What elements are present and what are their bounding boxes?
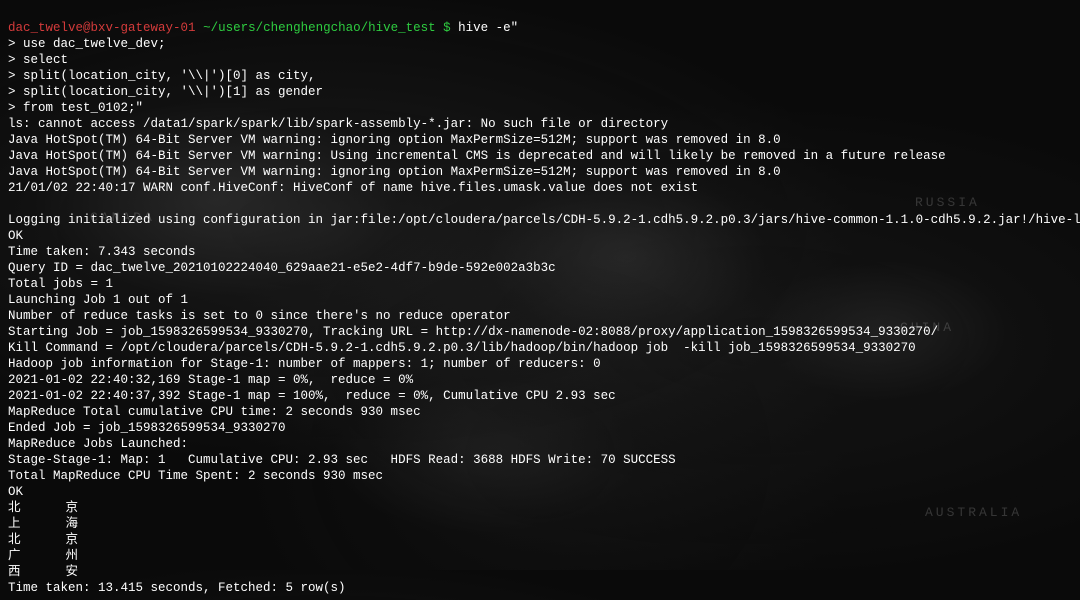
input-line: > select <box>8 53 68 67</box>
output-line: Total MapReduce CPU Time Spent: 2 second… <box>8 469 383 483</box>
output-line: 2021-01-02 22:40:32,169 Stage-1 map = 0%… <box>8 373 413 387</box>
cell-city: 北 <box>8 500 36 516</box>
output-line: OK <box>8 485 23 499</box>
output-line: Number of reduce tasks is set to 0 since… <box>8 309 511 323</box>
input-line: > split(location_city, '\\|')[0] as city… <box>8 69 316 83</box>
output-line: MapReduce Jobs Launched: <box>8 437 188 451</box>
output-line: 2021-01-02 22:40:37,392 Stage-1 map = 10… <box>8 389 616 403</box>
terminal-output[interactable]: dac_twelve@bxv-gateway-01 ~/users/chengh… <box>0 0 1080 600</box>
input-line: > from test_0102;" <box>8 101 143 115</box>
output-line: Starting Job = job_1598326599534_9330270… <box>8 325 938 339</box>
cell-gender: 州 <box>66 548 94 564</box>
cell-gender: 海 <box>66 516 94 532</box>
output-line: Total jobs = 1 <box>8 277 113 291</box>
output-line: Kill Command = /opt/cloudera/parcels/CDH… <box>8 341 916 355</box>
prompt-host: bxv-gateway-01 <box>91 21 196 35</box>
input-line: > split(location_city, '\\|')[1] as gend… <box>8 85 323 99</box>
output-line: Query ID = dac_twelve_20210102224040_629… <box>8 261 556 275</box>
output-line: Stage-Stage-1: Map: 1 Cumulative CPU: 2.… <box>8 453 676 467</box>
result-row: 西 安 <box>8 565 93 579</box>
output-line: 21/01/02 22:40:17 WARN conf.HiveConf: Hi… <box>8 181 698 195</box>
cell-city: 上 <box>8 516 36 532</box>
cell-gender: 京 <box>66 532 94 548</box>
output-line: Ended Job = job_1598326599534_9330270 <box>8 421 286 435</box>
prompt-dollar: $ <box>443 21 451 35</box>
output-line: Logging initialized using configuration … <box>8 213 1080 227</box>
prompt-at: @ <box>83 21 91 35</box>
prompt-path: ~/users/chenghengchao/hive_test <box>203 21 436 35</box>
cell-city: 西 <box>8 564 36 580</box>
output-line: ls: cannot access /data1/spark/spark/lib… <box>8 117 668 131</box>
final-line: Time taken: 13.415 seconds, Fetched: 5 r… <box>8 581 346 595</box>
output-line: Launching Job 1 out of 1 <box>8 293 188 307</box>
output-line: Java HotSpot(TM) 64-Bit Server VM warnin… <box>8 165 781 179</box>
prompt-user: dac_twelve <box>8 21 83 35</box>
result-row: 北 京 <box>8 501 93 515</box>
result-row: 上 海 <box>8 517 93 531</box>
cell-city: 北 <box>8 532 36 548</box>
output-line: Time taken: 7.343 seconds <box>8 245 196 259</box>
result-row: 广 州 <box>8 549 93 563</box>
cell-city: 广 <box>8 548 36 564</box>
output-line: Java HotSpot(TM) 64-Bit Server VM warnin… <box>8 149 946 163</box>
command-text: hive -e" <box>458 21 518 35</box>
prompt-line: dac_twelve@bxv-gateway-01 ~/users/chengh… <box>8 21 518 35</box>
output-line: Java HotSpot(TM) 64-Bit Server VM warnin… <box>8 133 781 147</box>
input-line: > use dac_twelve_dev; <box>8 37 166 51</box>
result-row: 北 京 <box>8 533 93 547</box>
cell-gender: 京 <box>66 500 94 516</box>
output-line: Hadoop job information for Stage-1: numb… <box>8 357 601 371</box>
cell-gender: 安 <box>66 564 94 580</box>
output-line: OK <box>8 229 23 243</box>
output-line: MapReduce Total cumulative CPU time: 2 s… <box>8 405 421 419</box>
